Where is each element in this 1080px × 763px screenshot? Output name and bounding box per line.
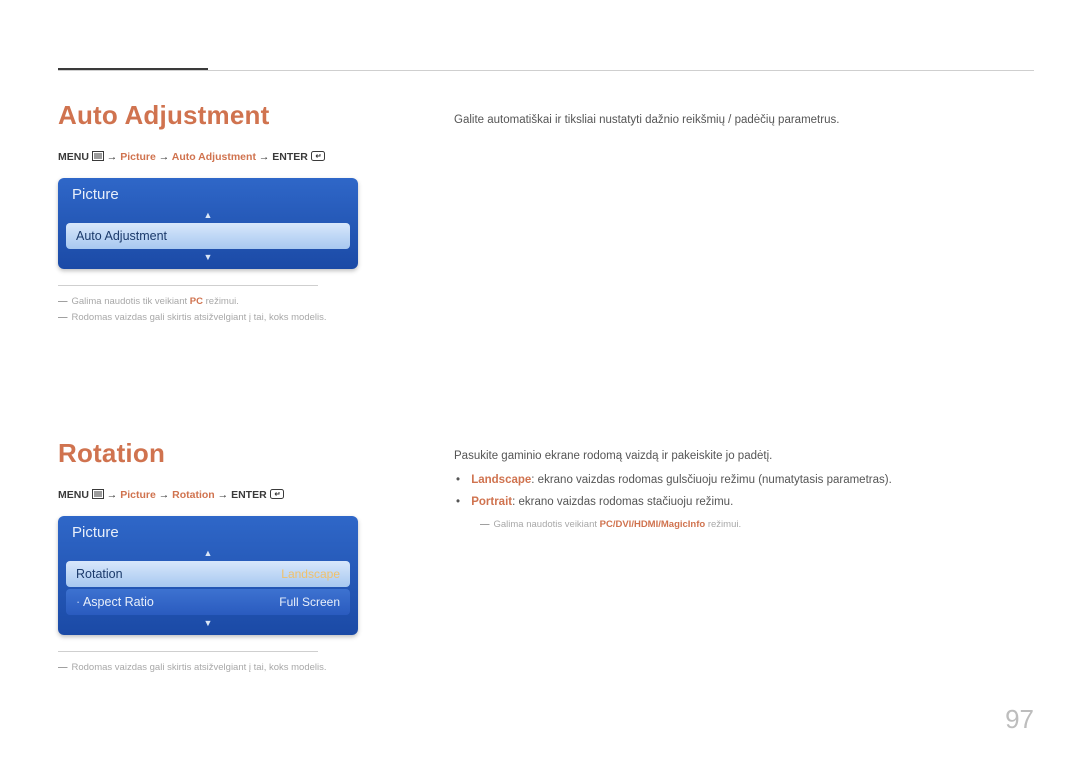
dash-icon: ― bbox=[480, 519, 490, 530]
osd-scroll-up: ▲ bbox=[58, 209, 358, 221]
section-rotation-left: Rotation MENU → Picture → Rotation → ENT… bbox=[58, 438, 398, 676]
body-intro: Pasukite gaminio ekrane rodomą vaizdą ir… bbox=[454, 446, 1034, 468]
osd-scroll-up: ▲ bbox=[58, 547, 358, 559]
footnote-text-pre: Galima naudotis tik veikiant bbox=[72, 296, 190, 307]
enter-icon bbox=[270, 489, 284, 502]
footnote-rule bbox=[58, 651, 318, 652]
footnote-text: Rodomas vaizdas gali skirtis atsižvelgia… bbox=[72, 312, 327, 323]
footnote-model-vary: ― Rodomas vaizdas gali skirtis atsižvelgi… bbox=[58, 310, 398, 326]
path-seg-picture: Picture bbox=[120, 151, 156, 163]
list-item-portrait: Portrait: ekrano vaizdas rodomas stačiuo… bbox=[468, 492, 1034, 514]
sub-note-pre: Galima naudotis veikiant bbox=[494, 519, 600, 530]
osd-scroll-down: ▼ bbox=[58, 251, 358, 263]
term-landscape: Landscape bbox=[471, 474, 531, 486]
heading-auto-adjustment: Auto Adjustment bbox=[58, 100, 398, 131]
term-portrait-desc: : ekrano vaizdas rodomas stačiuoju režim… bbox=[512, 496, 733, 508]
footnote-model-vary: ― Rodomas vaizdas gali skirtis atsižvelgi… bbox=[58, 660, 398, 676]
osd-item-value: Full Screen bbox=[279, 595, 340, 609]
menu-path-rotation: MENU → Picture → Rotation → ENTER bbox=[58, 489, 398, 502]
osd-panel-auto-adjustment: Picture ▲ Auto Adjustment ▼ bbox=[58, 178, 358, 269]
osd-scroll-down: ▼ bbox=[58, 617, 358, 629]
footnote-text-post: režimui. bbox=[203, 296, 239, 307]
osd-title: Picture bbox=[58, 516, 358, 547]
menu-icon bbox=[92, 151, 104, 164]
path-menu-label: MENU bbox=[58, 151, 89, 163]
menu-icon bbox=[92, 489, 104, 502]
page-root: Auto Adjustment MENU → Picture → Auto Ad… bbox=[0, 0, 1080, 763]
path-seg-rotation: Rotation bbox=[172, 489, 215, 501]
dash-icon: ― bbox=[58, 296, 68, 307]
osd-panel-rotation: Picture ▲ Rotation Landscape Aspect Rati… bbox=[58, 516, 358, 635]
osd-title: Picture bbox=[58, 178, 358, 209]
section-auto-adjustment-left: Auto Adjustment MENU → Picture → Auto Ad… bbox=[58, 100, 398, 326]
footnote-rule bbox=[58, 285, 318, 286]
sub-note-highlight: PC/DVI/HDMI/MagicInfo bbox=[600, 519, 706, 530]
osd-item-label: Auto Adjustment bbox=[76, 229, 167, 243]
osd-item-label: Rotation bbox=[76, 567, 123, 581]
sub-note-post: režimui. bbox=[705, 519, 741, 530]
osd-item-auto-adjustment: Auto Adjustment bbox=[66, 223, 350, 249]
triangle-up-icon: ▲ bbox=[204, 210, 213, 220]
dash-icon: ― bbox=[58, 662, 68, 673]
body-text: Galite automatiškai ir tiksliai nustatyt… bbox=[454, 114, 839, 126]
footnote-highlight-pc: PC bbox=[190, 296, 203, 307]
term-portrait: Portrait bbox=[471, 496, 512, 508]
footnote-text: Rodomas vaizdas gali skirtis atsižvelgia… bbox=[72, 662, 327, 673]
page-number: 97 bbox=[1005, 704, 1034, 735]
path-enter-label: ENTER bbox=[272, 151, 308, 163]
osd-item-label: Aspect Ratio bbox=[76, 595, 154, 609]
osd-item-rotation: Rotation Landscape bbox=[66, 561, 350, 587]
term-landscape-desc: : ekrano vaizdas rodomas gulsčiuoju reži… bbox=[531, 474, 891, 486]
menu-path-auto-adjustment: MENU → Picture → Auto Adjustment → ENTER bbox=[58, 151, 398, 164]
section-rotation-body: Pasukite gaminio ekrane rodomą vaizdą ir… bbox=[454, 446, 1034, 534]
path-seg-auto-adjustment: Auto Adjustment bbox=[172, 151, 256, 163]
enter-icon bbox=[311, 151, 325, 164]
triangle-down-icon: ▼ bbox=[204, 618, 213, 628]
list-item-landscape: Landscape: ekrano vaizdas rodomas gulsči… bbox=[468, 470, 1034, 492]
dash-icon: ― bbox=[58, 312, 68, 323]
top-rule bbox=[58, 70, 1034, 71]
footnote-pc-mode: ― Galima naudotis tik veikiant PC režimui… bbox=[58, 294, 398, 310]
heading-rotation: Rotation bbox=[58, 438, 398, 469]
triangle-down-icon: ▼ bbox=[204, 252, 213, 262]
path-enter-label: ENTER bbox=[231, 489, 267, 501]
path-menu-label: MENU bbox=[58, 489, 89, 501]
osd-item-value: Landscape bbox=[281, 567, 340, 581]
section-auto-adjustment-body: Galite automatiškai ir tiksliai nustatyt… bbox=[454, 110, 1034, 132]
top-rule-accent bbox=[58, 68, 208, 70]
triangle-up-icon: ▲ bbox=[204, 548, 213, 558]
path-seg-picture: Picture bbox=[120, 489, 156, 501]
osd-item-aspect-ratio: Aspect Ratio Full Screen bbox=[66, 589, 350, 615]
sub-note-modes: ― Galima naudotis veikiant PC/DVI/HDMI/Ma… bbox=[454, 516, 1034, 534]
